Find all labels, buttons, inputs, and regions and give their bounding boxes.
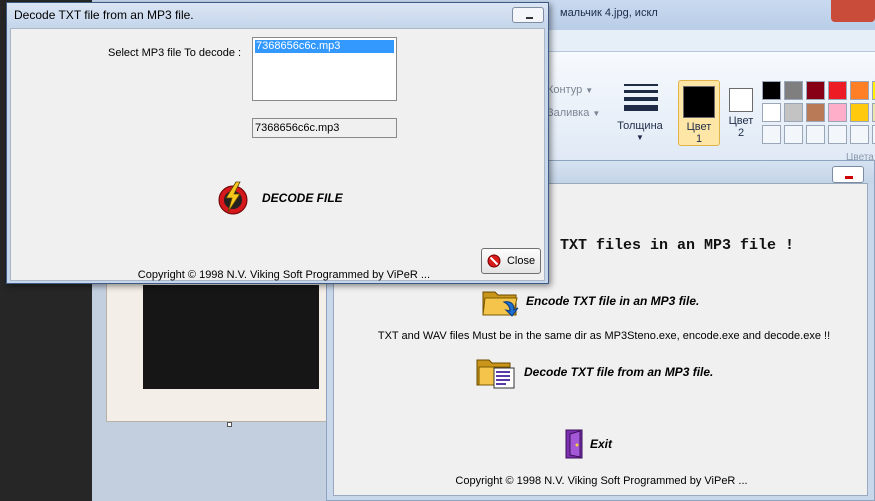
encode-button[interactable]: Encode TXT file in an MP3 file. [480, 284, 699, 318]
palette-swatch[interactable] [762, 103, 781, 122]
dialog-copyright: Copyright © 1998 N.V. Viking Soft Progra… [137, 269, 430, 281]
close-button[interactable]: Close [481, 248, 541, 274]
palette-swatch[interactable] [762, 81, 781, 100]
dialog-title: Decode TXT file from an MP3 file. [14, 8, 194, 22]
close-button-label: Close [506, 255, 536, 267]
no-entry-icon [487, 254, 501, 268]
select-file-label: Select MP3 file To decode : [108, 47, 242, 59]
folder-encode-icon [482, 291, 519, 317]
color1-label: Цвет [686, 121, 712, 133]
exit-label: Exit [590, 437, 613, 451]
color2-label: Цвет [728, 115, 754, 127]
list-item[interactable]: 7368656c6c.mp3 [255, 40, 394, 53]
dialog-client: Select MP3 file To decode : 7368656c6c.m… [10, 28, 545, 281]
color1-swatch [683, 86, 715, 118]
dialog-titlebar: Decode TXT file from an MP3 file. [7, 3, 548, 25]
palette-swatch[interactable] [850, 103, 869, 122]
palette-swatch[interactable] [828, 103, 847, 122]
exit-button[interactable]: Exit [564, 428, 612, 460]
resize-handle[interactable] [227, 422, 232, 427]
color1-number: 1 [695, 133, 703, 145]
decode-button[interactable]: Decode TXT file from an MP3 file. [474, 354, 713, 390]
minimize-icon [845, 176, 853, 179]
color2-swatch [729, 88, 753, 112]
image-dark-region [143, 285, 319, 389]
file-listbox[interactable]: 7368656c6c.mp3 [252, 37, 397, 101]
folder-decode-icon [476, 359, 515, 389]
decode-label: Decode TXT file from an MP3 file. [524, 365, 714, 379]
palette-swatch[interactable] [784, 125, 803, 144]
palette-swatch[interactable] [762, 125, 781, 144]
decode-file-label: DECODE FILE [262, 191, 343, 205]
main-copyright: Copyright © 1998 N.V. Viking Soft Progra… [455, 475, 748, 487]
palette-swatch[interactable] [806, 81, 825, 100]
shape-fill-dropdown[interactable]: Заливка ▼ [547, 107, 600, 119]
canvas-image[interactable] [106, 282, 328, 422]
color1-button[interactable]: Цвет 1 [678, 80, 720, 146]
minimize-icon [526, 17, 533, 19]
palette-swatch[interactable] [784, 103, 803, 122]
decode-dialog: Decode TXT file from an MP3 file. Select… [6, 2, 549, 284]
thickness-label: Толщина [617, 120, 663, 132]
paint-title: мальчик 4.jpg, искл [560, 7, 658, 19]
shape-outline-dropdown[interactable]: Контур ▼ [547, 84, 593, 96]
mp3steno-minimize-button[interactable] [832, 166, 864, 183]
decode-lightning-icon [218, 181, 248, 215]
requirements-note: TXT and WAV files Must be in the same di… [377, 330, 831, 342]
color2-button[interactable]: Цвет 2 [722, 80, 760, 146]
thickness-button[interactable]: Толщина ▼ [612, 80, 668, 144]
palette-swatch[interactable] [850, 81, 869, 100]
palette-swatch[interactable] [828, 125, 847, 144]
palette-swatch[interactable] [806, 125, 825, 144]
encode-label: Encode TXT file in an MP3 file. [526, 294, 700, 308]
exit-door-icon [565, 429, 583, 459]
palette-swatch[interactable] [806, 103, 825, 122]
selected-file-field[interactable]: 7368656c6c.mp3 [252, 118, 397, 138]
thickness-icon [624, 84, 658, 115]
dialog-minimize-button[interactable] [512, 7, 544, 23]
color2-number: 2 [737, 127, 745, 139]
main-heading: TXT files in an MP3 file ! [560, 237, 795, 254]
palette-swatch[interactable] [784, 81, 803, 100]
palette-swatch[interactable] [850, 125, 869, 144]
chevron-down-icon: ▼ [636, 133, 644, 142]
palette-swatch[interactable] [828, 81, 847, 100]
decode-file-button[interactable]: DECODE FILE [216, 181, 343, 215]
paint-close-button[interactable] [831, 0, 875, 22]
